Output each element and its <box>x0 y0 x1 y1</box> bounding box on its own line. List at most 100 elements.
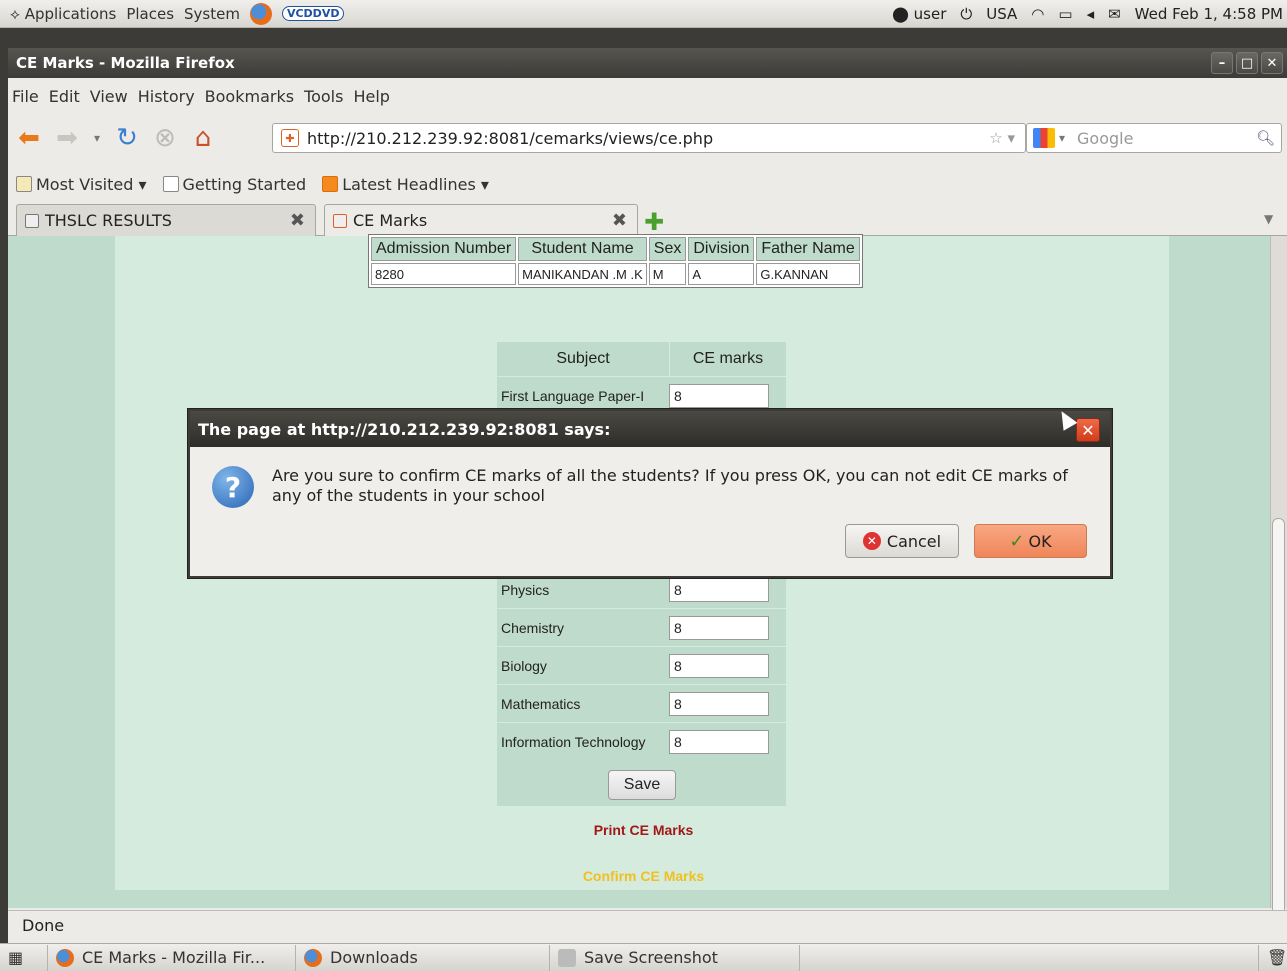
taskbar-item-save-screenshot[interactable]: Save Screenshot <box>550 944 800 971</box>
user-menu[interactable]: ⬤ user <box>892 5 946 23</box>
subject-label: Physics <box>501 581 550 598</box>
bookmark-most-visited[interactable]: Most Visited ▾ <box>16 175 147 194</box>
bookmarks-toolbar: Most Visited ▾ Getting Started Latest He… <box>8 168 1287 200</box>
marks-header-row: Subject CE marks <box>497 342 786 376</box>
bottom-taskbar: ▦ CE Marks - Mozilla Fir... Downloads Sa… <box>0 943 1287 971</box>
places-menu[interactable]: Places <box>126 5 174 23</box>
menu-tools[interactable]: Tools <box>304 87 343 106</box>
dialog-title[interactable]: The page at http://210.212.239.92:8081 s… <box>190 411 1110 447</box>
header-ce-marks: CE marks <box>669 342 786 376</box>
bookmark-latest-headlines[interactable]: Latest Headlines ▾ <box>322 175 489 194</box>
ce-mark-input[interactable]: 8 <box>669 383 769 408</box>
address-bar[interactable]: ✚ http://210.212.239.92:8081/cemarks/vie… <box>272 123 1026 153</box>
question-icon: ? <box>212 466 254 508</box>
close-window-button[interactable]: ✕ <box>1261 52 1283 74</box>
applications-menu[interactable]: ⟡ Applications <box>10 5 116 23</box>
vcd-label: VCDDVD <box>281 6 345 21</box>
dialog-message: Are you sure to confirm CE marks of all … <box>272 466 1068 505</box>
taskbar-item-firefox[interactable]: CE Marks - Mozilla Fir... <box>48 944 296 971</box>
taskbar-label: Downloads <box>330 948 418 967</box>
system-menu[interactable]: System <box>184 5 240 23</box>
maximize-button[interactable]: □ <box>1236 52 1258 74</box>
menu-bookmarks[interactable]: Bookmarks <box>205 87 294 106</box>
menu-edit[interactable]: Edit <box>49 87 80 106</box>
header-father-name: Father Name <box>756 237 860 261</box>
menu-view[interactable]: View <box>90 87 128 106</box>
firefox-icon <box>56 948 74 967</box>
home-icon[interactable]: ⌂ <box>186 123 220 153</box>
subject-label: Biology <box>501 657 547 674</box>
history-dropdown-icon[interactable]: ▾ <box>88 123 106 153</box>
header-division: Division <box>688 237 755 261</box>
confirm-ce-marks-link[interactable]: Confirm CE Marks <box>583 868 704 884</box>
bookmark-label: Getting Started <box>182 174 307 194</box>
menu-file[interactable]: File <box>12 87 39 106</box>
cell-sex: M <box>648 263 687 285</box>
list-all-tabs-icon[interactable]: ▼ <box>1264 212 1273 226</box>
taskbar-item-downloads[interactable]: Downloads <box>296 944 550 971</box>
ce-mark-input[interactable]: 8 <box>669 653 769 678</box>
rss-icon <box>322 176 339 192</box>
wifi-icon[interactable]: ◠ <box>1031 5 1044 23</box>
site-identity-icon[interactable]: ✚ <box>281 129 299 147</box>
save-button[interactable]: Save <box>608 770 676 800</box>
bookmark-getting-started[interactable]: Getting Started <box>162 174 307 194</box>
window-titlebar[interactable]: CE Marks - Mozilla Firefox – □ ✕ <box>8 48 1287 78</box>
tab-ce-marks[interactable]: CE Marks ✖ <box>324 204 638 236</box>
close-tab-icon[interactable]: ✖ <box>612 210 627 231</box>
tab-thslc-results[interactable]: THSLC RESULTS ✖ <box>16 204 316 236</box>
table-row: 8280 MANIKANDAN .M .K M A G.KANNAN <box>371 263 860 285</box>
reload-icon[interactable]: ↻ <box>110 123 144 153</box>
cancel-button[interactable]: ✕ Cancel <box>845 524 959 558</box>
top-panel: ⟡ Applications Places System VCDDVD ⬤ us… <box>0 0 1287 28</box>
taskbar-label: Save Screenshot <box>584 948 718 967</box>
workspace-switcher[interactable] <box>1199 944 1259 971</box>
search-engine-dropdown-icon[interactable]: ▾ <box>1059 131 1065 145</box>
status-text: Done <box>22 916 65 935</box>
back-icon[interactable]: ⬅ <box>12 123 46 153</box>
battery-icon[interactable]: ▭ <box>1058 5 1072 23</box>
dialog-close-icon[interactable]: ✕ <box>1076 418 1100 442</box>
menu-help[interactable]: Help <box>353 87 389 106</box>
ce-mark-input[interactable]: 8 <box>669 577 769 602</box>
trash-icon[interactable]: 🗑︎ <box>1259 945 1287 971</box>
search-bar[interactable]: ▾ Google 🔍︎ <box>1026 123 1282 153</box>
ok-button[interactable]: ✓ OK <box>974 524 1087 558</box>
folder-icon <box>16 176 32 192</box>
forward-icon[interactable]: ➡ <box>50 123 84 153</box>
keyboard-layout[interactable]: USA <box>986 5 1017 23</box>
volume-icon[interactable]: ◂ <box>1087 5 1095 23</box>
print-ce-marks-link[interactable]: Print CE Marks <box>594 822 694 838</box>
tab-favicon-icon <box>25 213 39 228</box>
checkmark-icon: ✓ <box>1009 530 1025 552</box>
stop-icon[interactable]: ⊗ <box>148 123 182 153</box>
table-header-row: Admission Number Student Name Sex Divisi… <box>371 237 860 261</box>
search-icon[interactable]: 🔍︎ <box>1256 129 1275 147</box>
scrollbar-thumb[interactable] <box>1272 518 1285 918</box>
ce-mark-input[interactable]: 8 <box>669 615 769 640</box>
show-desktop-icon[interactable]: ▦ <box>0 944 48 971</box>
bookmark-star-icon[interactable]: ☆ ▾ <box>989 129 1015 147</box>
minimize-button[interactable]: – <box>1211 52 1233 74</box>
cancel-icon: ✕ <box>862 532 881 550</box>
table-row: Mathematics 8 <box>497 684 786 722</box>
confirm-ce-marks-row: Confirm CE Marks <box>0 868 1287 884</box>
clock[interactable]: Wed Feb 1, 4:58 PM <box>1135 5 1283 23</box>
cell-student-name: MANIKANDAN .M .K <box>518 263 647 285</box>
table-row: Chemistry 8 <box>497 608 786 646</box>
close-tab-icon[interactable]: ✖ <box>290 210 305 231</box>
firefox-launcher-icon[interactable] <box>249 2 272 25</box>
new-tab-icon[interactable]: ✚ <box>644 208 664 236</box>
power-icon[interactable]: ⏻ <box>960 5 972 23</box>
ce-mark-input[interactable]: 8 <box>669 729 769 754</box>
search-input[interactable]: Google <box>1077 129 1133 148</box>
menu-bar: File Edit View History Bookmarks Tools H… <box>8 80 1287 112</box>
search-engine-icon[interactable] <box>1033 128 1055 148</box>
mail-icon[interactable]: ✉ <box>1108 5 1121 23</box>
subject-label: First Language Paper-I <box>501 387 645 404</box>
tab-label: CE Marks <box>353 211 428 230</box>
vcd-launcher-icon[interactable]: VCDDVD <box>281 6 345 21</box>
menu-history[interactable]: History <box>138 87 195 106</box>
ce-mark-input[interactable]: 8 <box>669 691 769 716</box>
header-subject: Subject <box>556 350 610 367</box>
